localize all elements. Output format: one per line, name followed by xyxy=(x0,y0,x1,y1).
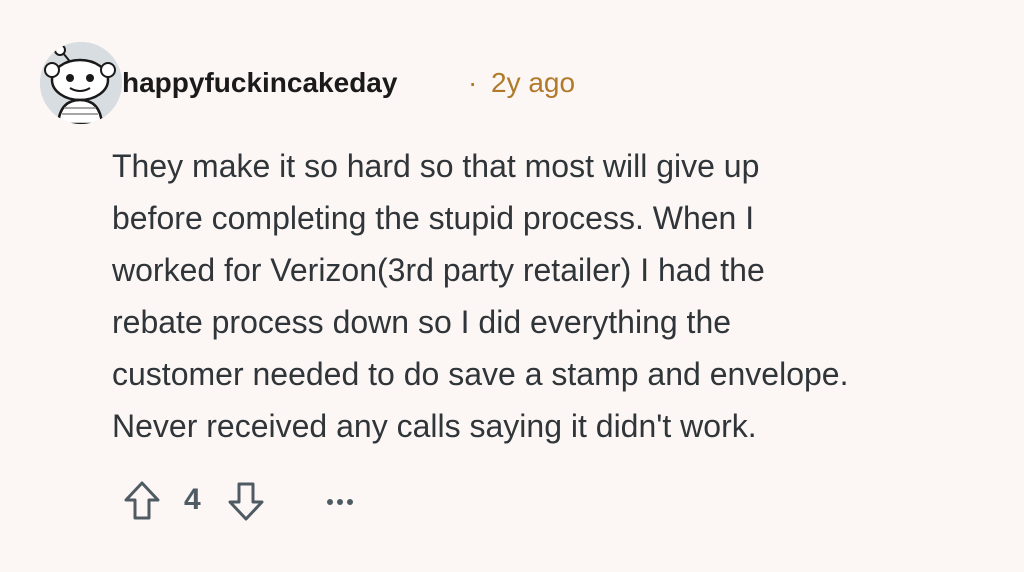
comment-body: They make it so hard so that most will g… xyxy=(112,140,992,452)
comment-body-line: customer needed to do save a stamp and e… xyxy=(112,356,849,392)
comment: happyfuckincakeday · 2y ago They make it… xyxy=(0,0,1024,572)
comment-body-line: worked for Verizon(3rd party retailer) I… xyxy=(112,252,765,288)
comment-body-line: They make it so hard so that most will g… xyxy=(112,148,760,184)
comment-author[interactable]: happyfuckincakeday xyxy=(122,63,397,103)
meta-separator: · xyxy=(468,67,478,98)
snoo-avatar-icon xyxy=(40,42,122,124)
arrow-down-icon xyxy=(228,482,264,521)
more-options-button[interactable] xyxy=(320,480,360,520)
comment-actions: 4 xyxy=(120,476,380,526)
comment-body-line: Never received any calls saying it didn'… xyxy=(112,408,757,444)
vote-count: 4 xyxy=(184,483,201,516)
user-avatar[interactable] xyxy=(40,42,122,124)
comment-body-line: rebate process down so I did everything … xyxy=(112,304,732,340)
comment-timestamp[interactable]: 2y ago xyxy=(491,63,575,103)
upvote-button[interactable] xyxy=(120,478,164,524)
arrow-up-icon xyxy=(124,481,160,520)
downvote-button[interactable] xyxy=(224,478,268,524)
comment-body-line: before completing the stupid process. Wh… xyxy=(112,200,755,236)
ellipsis-icon xyxy=(327,499,353,505)
